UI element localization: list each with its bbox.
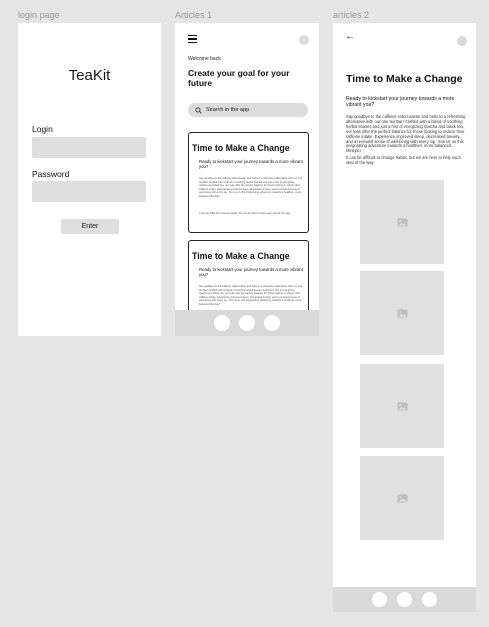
article-subtitle: Ready to kickstart your journey towards … [346, 96, 455, 108]
nav-button-2[interactable] [239, 315, 255, 331]
goal-heading: Create your goal for your future [188, 68, 290, 88]
login-label: Login [32, 124, 53, 134]
article-card-body: Say goodbye to the caffeine rollercoaste… [199, 285, 303, 306]
frame-label-articles-1: Articles 1 [175, 10, 213, 20]
image-placeholder-icon [397, 401, 407, 411]
article-card-body-2: It can be difficult to change habits, bu… [199, 212, 291, 215]
nav-button-1[interactable] [372, 592, 387, 607]
password-field[interactable] [32, 181, 146, 202]
article-card-title: Time to Make a Change [192, 251, 290, 261]
frame-label-login: login page [18, 10, 60, 20]
article-card-subtitle: Ready to kickstart your journey towards … [199, 267, 303, 277]
image-placeholder-icon [397, 493, 407, 503]
nav-button-3[interactable] [264, 315, 280, 331]
article-body: Say goodbye to the caffeine rollercoaste… [346, 114, 466, 154]
bottom-nav [333, 587, 476, 612]
article-title: Time to Make a Change [346, 73, 463, 85]
hamburger-icon[interactable] [188, 35, 197, 45]
avatar[interactable] [457, 36, 467, 46]
article-card-body: Say goodbye to the caffeine rollercoaste… [199, 177, 303, 198]
image-placeholder [360, 271, 444, 355]
search-icon [195, 106, 202, 114]
articles-1-frame: Welcome back Create your goal for your f… [175, 23, 319, 336]
login-field[interactable] [32, 137, 146, 158]
image-placeholder-icon [397, 308, 407, 318]
login-frame: TeaKit Login Password Enter [18, 23, 161, 336]
back-arrow-icon[interactable]: ← [345, 31, 355, 42]
image-placeholder-icon [397, 217, 407, 227]
article-card-subtitle: Ready to kickstart your journey towards … [199, 159, 303, 169]
articles-2-frame: ← Time to Make a Change Ready to kicksta… [333, 23, 476, 612]
image-placeholder [360, 456, 444, 540]
password-label: Password [32, 169, 70, 179]
frame-label-articles-2: articles 2 [333, 10, 370, 20]
avatar[interactable] [299, 35, 309, 45]
article-card[interactable]: Time to Make a Change Ready to kickstart… [188, 132, 309, 233]
search-placeholder: Search in the app [206, 107, 250, 113]
nav-button-2[interactable] [397, 592, 412, 607]
enter-button[interactable]: Enter [61, 219, 119, 234]
image-placeholder [360, 180, 444, 264]
article-card-title: Time to Make a Change [192, 143, 290, 153]
bottom-nav [175, 310, 319, 336]
welcome-text: Welcome back [188, 56, 221, 62]
image-placeholder [360, 364, 444, 448]
search-bar[interactable]: Search in the app [188, 103, 308, 117]
brand-title: TeaKit [68, 67, 111, 84]
article-body-2: It can be difficult to change habits, bu… [346, 155, 461, 165]
nav-button-3[interactable] [422, 592, 437, 607]
nav-button-1[interactable] [214, 315, 230, 331]
